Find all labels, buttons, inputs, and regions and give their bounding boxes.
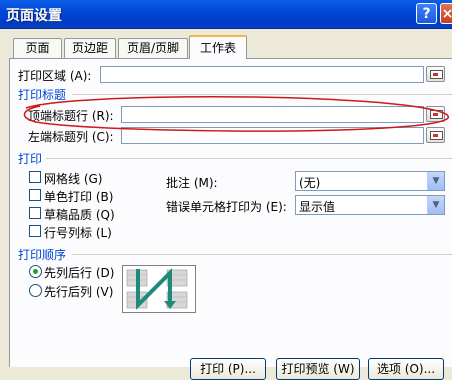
comments-value: (无) xyxy=(299,176,321,190)
draft-checkbox[interactable] xyxy=(29,207,41,219)
draft-label: 草稿品质 (Q) xyxy=(44,208,115,222)
divider xyxy=(72,254,452,255)
page-order-heading: 打印顺序 xyxy=(18,248,67,262)
page-order-preview-icon xyxy=(122,265,196,313)
errors-value: 显示值 xyxy=(299,200,336,214)
options-button[interactable]: 选项 (O)... xyxy=(368,358,444,380)
errors-label: 错误单元格打印为 (E): xyxy=(166,200,287,214)
over-then-down-radio[interactable] xyxy=(29,284,42,297)
tab-sheet[interactable]: 工作表 xyxy=(189,35,247,59)
divider xyxy=(46,158,452,159)
bw-label: 单色打印 (B) xyxy=(44,190,114,204)
comments-label: 批注 (M): xyxy=(166,176,218,190)
comments-select[interactable]: (无) ▼ xyxy=(295,171,445,191)
print-preview-button[interactable]: 打印预览 (W) xyxy=(276,358,360,380)
bw-checkbox[interactable] xyxy=(29,189,41,201)
chevron-down-icon[interactable]: ▼ xyxy=(427,172,444,190)
chevron-down-icon[interactable]: ▼ xyxy=(427,196,444,214)
print-heading: 打印 xyxy=(18,152,43,166)
gridlines-label: 网格线 (G) xyxy=(44,172,103,186)
gridlines-checkbox[interactable] xyxy=(29,171,41,183)
down-then-over-radio[interactable] xyxy=(29,265,42,278)
over-then-down-label: 先行后列 (V) xyxy=(44,285,114,299)
errors-select[interactable]: 显示值 ▼ xyxy=(295,195,445,215)
row-col-headings-checkbox[interactable] xyxy=(29,225,41,237)
row-col-headings-label: 行号列标 (L) xyxy=(44,226,112,240)
down-then-over-label: 先列后行 (D) xyxy=(44,266,115,280)
print-button[interactable]: 打印 (P)... xyxy=(190,358,266,380)
